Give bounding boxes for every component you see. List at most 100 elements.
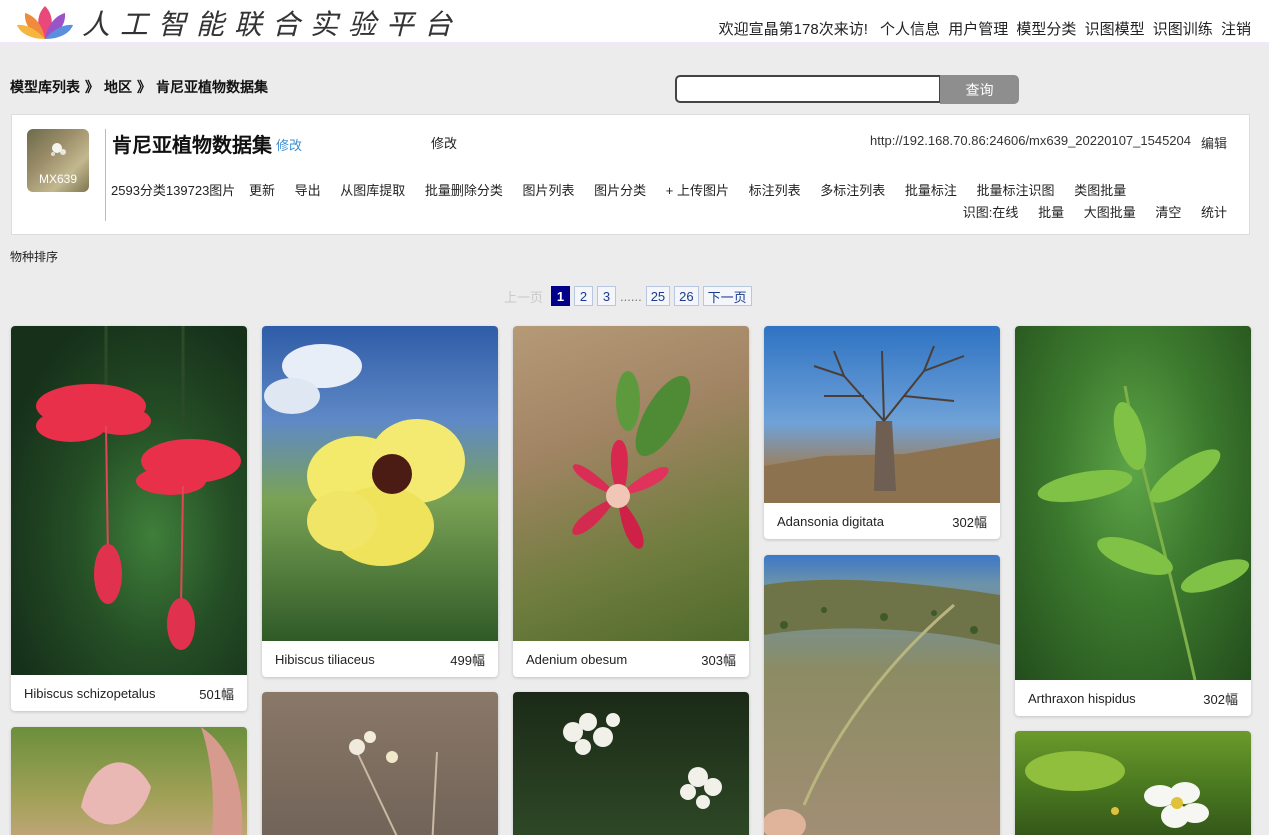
small-flower-illustration xyxy=(349,731,438,835)
recog-clear[interactable]: 清空 xyxy=(1155,205,1181,220)
nav-model-category[interactable]: 模型分类 xyxy=(1016,21,1076,38)
species-card[interactable]: Hibiscus schizopetalus 501幅 xyxy=(11,326,247,711)
desert-rose-illustration xyxy=(572,371,691,549)
breadcrumb-model-list[interactable]: 模型库列表 xyxy=(10,79,80,95)
recog-batch[interactable]: 批量 xyxy=(1038,205,1064,220)
species-caption: Hibiscus schizopetalus 501幅 xyxy=(11,675,247,711)
species-card[interactable]: Arthraxon hispidus 302幅 xyxy=(1015,326,1251,716)
action-image-classify[interactable]: 图片分类 xyxy=(594,183,646,198)
species-card[interactable] xyxy=(262,692,498,835)
nav-logout[interactable]: 注销 xyxy=(1221,21,1251,38)
breadcrumb-region[interactable]: 地区 xyxy=(104,79,132,95)
page-26[interactable]: 26 xyxy=(674,286,699,306)
species-caption: Arthraxon hispidus 302幅 xyxy=(1015,680,1251,716)
recognition-actions: 识图:在线 批量 大图批量 清空 统计 xyxy=(963,202,1227,221)
pagination-prev: 上一页 xyxy=(504,289,544,305)
species-photo xyxy=(262,692,498,835)
page-2[interactable]: 2 xyxy=(574,286,594,306)
species-card[interactable]: Adansonia digitata 302幅 xyxy=(764,326,1000,539)
site-title: 人工智能联合实验平台 xyxy=(82,8,463,41)
species-card[interactable]: Hibiscus tiliaceus 499幅 xyxy=(262,326,498,677)
action-extract-from-gallery[interactable]: 从图库提取 xyxy=(340,183,405,198)
species-name: Adansonia digitata xyxy=(777,513,884,529)
dataset-stats: 2593分类139723图片 xyxy=(111,183,236,198)
search-input[interactable] xyxy=(675,75,941,103)
recog-large-batch[interactable]: 大图批量 xyxy=(1084,205,1136,220)
action-batch-annotate[interactable]: 批量标注 xyxy=(905,183,957,198)
species-caption: Adenium obesum 303幅 xyxy=(513,641,749,677)
nav-profile[interactable]: 个人信息 xyxy=(880,21,940,38)
edit-description-link[interactable]: 修改 xyxy=(431,133,457,152)
species-photo xyxy=(513,692,749,835)
breadcrumb-current: 肯尼亚植物数据集 xyxy=(156,79,268,95)
species-count: 303幅 xyxy=(701,652,736,668)
species-count: 501幅 xyxy=(199,686,234,702)
species-count: 302幅 xyxy=(1203,691,1238,707)
species-caption: Hibiscus tiliaceus 499幅 xyxy=(262,641,498,677)
dataset-code-tag: MX639 xyxy=(38,172,78,186)
nav-recognition-model[interactable]: 识图模型 xyxy=(1085,21,1145,38)
white-blossom-illustration xyxy=(1025,751,1209,828)
species-photo xyxy=(764,326,1000,503)
baobab-tree-illustration xyxy=(764,345,1000,503)
species-name: Hibiscus tiliaceus xyxy=(275,651,375,667)
hibiscus-yellow-illustration xyxy=(264,344,465,566)
green-leaf-plant-illustration xyxy=(1037,385,1250,680)
species-photo xyxy=(764,555,1000,835)
action-annotation-list[interactable]: 标注列表 xyxy=(749,183,801,198)
recog-statistics[interactable]: 统计 xyxy=(1201,205,1227,220)
action-class-image-batch[interactable]: 类图批量 xyxy=(1074,183,1126,198)
dataset-title: 肯尼亚植物数据集 xyxy=(112,135,272,157)
species-card[interactable] xyxy=(513,692,749,835)
top-nav: 欢迎宣晶第178次来访! 个人信息 用户管理 模型分类 识图模型 识图训练 注销 xyxy=(719,18,1251,39)
species-card[interactable] xyxy=(1015,731,1251,835)
breadcrumb-separator: 》 xyxy=(137,79,151,95)
edit-url-link[interactable]: 编辑 xyxy=(1201,133,1227,152)
species-name: Adenium obesum xyxy=(526,651,628,667)
thumbnail-flower xyxy=(52,143,62,153)
species-card[interactable] xyxy=(764,555,1000,835)
pagination: 上一页 1 2 3 ...... 25 26 下一页 xyxy=(504,286,756,306)
recog-online[interactable]: 在线 xyxy=(992,205,1018,220)
action-upload-images[interactable]: + 上传图片 xyxy=(666,183,729,198)
species-photo xyxy=(262,326,498,641)
breadcrumb: 模型库列表》地区》肯尼亚植物数据集 xyxy=(10,77,268,97)
pagination-ellipsis: ...... xyxy=(620,288,642,304)
action-multi-annotation-list[interactable]: 多标注列表 xyxy=(820,183,885,198)
action-update[interactable]: 更新 xyxy=(249,183,275,198)
action-batch-annotate-recognize[interactable]: 批量标注识图 xyxy=(977,183,1055,198)
welcome-text: 欢迎宣晶第178次来访! xyxy=(718,21,868,38)
page-1[interactable]: 1 xyxy=(551,286,571,306)
species-count: 499幅 xyxy=(450,652,485,668)
action-export[interactable]: 导出 xyxy=(295,183,321,198)
species-photo xyxy=(513,326,749,641)
grass-illustration xyxy=(764,579,1000,835)
lotus-logo-icon xyxy=(17,6,73,39)
dataset-info-card: MX639 肯尼亚植物数据集 修改 修改 http://192.168.70.8… xyxy=(11,114,1250,235)
species-photo xyxy=(1015,326,1251,680)
hibiscus-flower-illustration xyxy=(36,326,241,650)
species-photo xyxy=(1015,731,1251,835)
dataset-actions: 2593分类139723图片 更新 导出 从图库提取 批量删除分类 图片列表 图… xyxy=(111,180,1142,199)
flower-illustration xyxy=(81,727,243,835)
nav-user-management[interactable]: 用户管理 xyxy=(948,21,1008,38)
edit-title-link[interactable]: 修改 xyxy=(276,135,302,154)
search-button[interactable]: 查询 xyxy=(940,75,1019,104)
page-3[interactable]: 3 xyxy=(597,286,617,306)
pagination-next[interactable]: 下一页 xyxy=(702,286,752,306)
logo[interactable]: 人工智能联合实验平台 xyxy=(16,3,462,43)
species-sort-link[interactable]: 物种排序 xyxy=(10,248,58,265)
species-card[interactable] xyxy=(11,727,247,835)
action-image-list[interactable]: 图片列表 xyxy=(523,183,575,198)
dataset-url: http://192.168.70.86:24606/mx639_2022010… xyxy=(870,133,1191,148)
nav-recognition-training[interactable]: 识图训练 xyxy=(1153,21,1213,38)
species-photo xyxy=(11,326,247,675)
white-flower-cluster-illustration xyxy=(563,713,722,809)
dataset-thumbnail[interactable]: MX639 xyxy=(27,129,89,192)
action-batch-delete-class[interactable]: 批量删除分类 xyxy=(425,183,503,198)
species-photo xyxy=(11,727,247,835)
species-caption: Adansonia digitata 302幅 xyxy=(764,503,1000,539)
page-25[interactable]: 25 xyxy=(645,286,671,306)
species-card[interactable]: Adenium obesum 303幅 xyxy=(513,326,749,677)
species-name: Arthraxon hispidus xyxy=(1028,690,1136,706)
